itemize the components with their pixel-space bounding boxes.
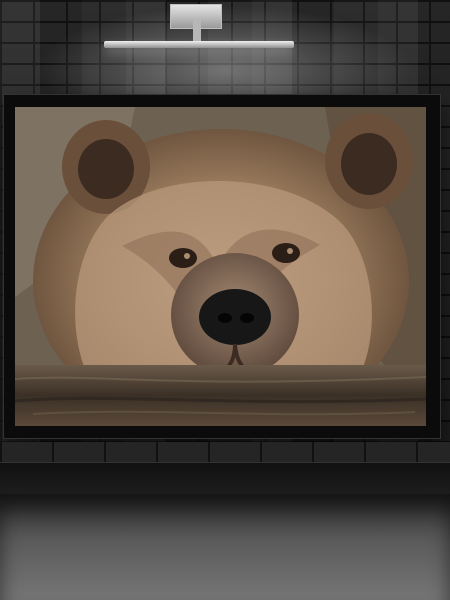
left-nostril bbox=[218, 313, 232, 323]
left-eye bbox=[169, 248, 197, 268]
left-ear-inner bbox=[78, 139, 134, 199]
floor bbox=[0, 494, 450, 600]
bear-nose bbox=[199, 289, 271, 345]
right-ear-inner bbox=[341, 133, 397, 195]
picture-light-icon bbox=[104, 0, 294, 52]
picture-frame bbox=[3, 94, 441, 439]
gallery-scene bbox=[0, 0, 450, 600]
wooden-log bbox=[15, 365, 426, 426]
bear-illustration bbox=[15, 107, 426, 426]
baseboard bbox=[0, 462, 450, 495]
lamp-bar bbox=[104, 41, 294, 48]
lamp-arm bbox=[193, 20, 201, 41]
right-nostril bbox=[240, 313, 254, 323]
left-eye-glint bbox=[184, 253, 190, 259]
right-eye bbox=[272, 243, 300, 263]
bear-photo bbox=[15, 107, 426, 426]
right-eye-glint bbox=[287, 248, 293, 254]
